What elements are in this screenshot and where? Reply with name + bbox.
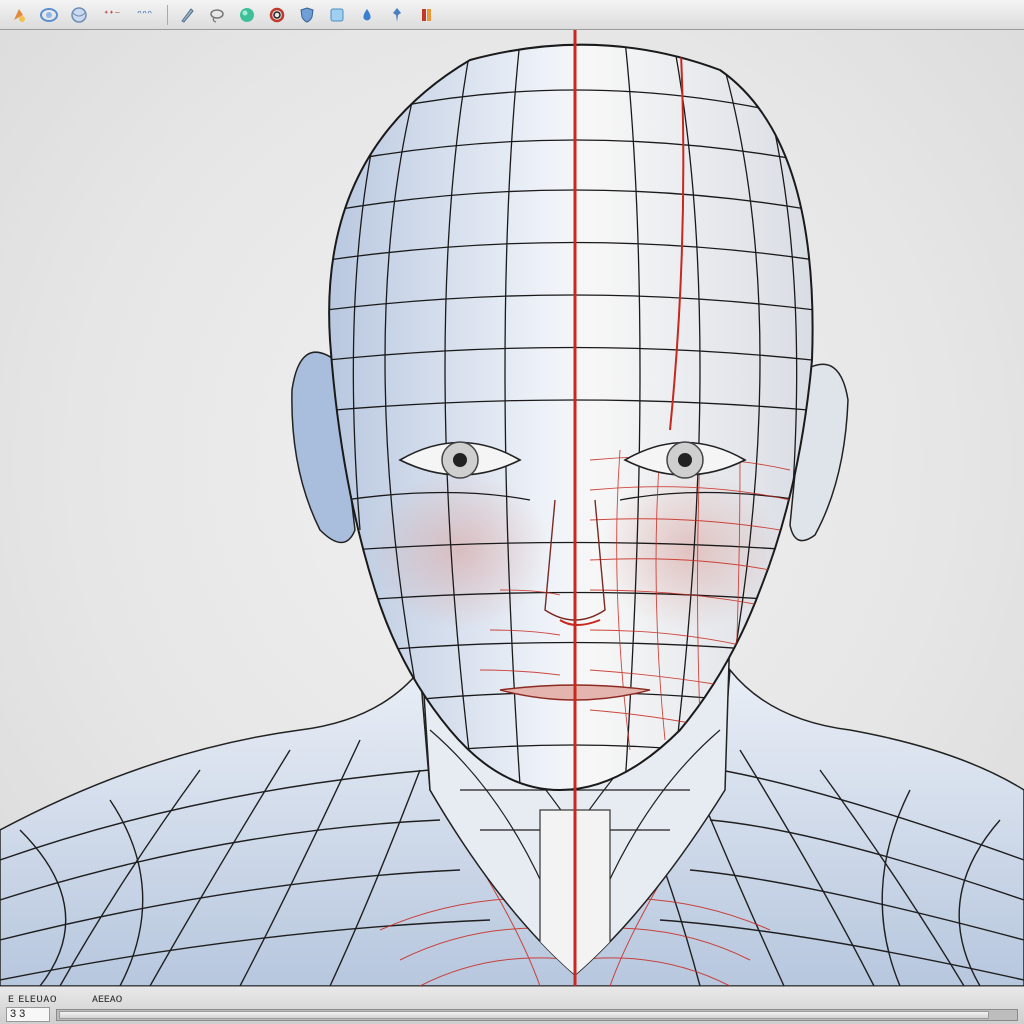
wireframe-head-render [0, 30, 1024, 986]
flag-button[interactable] [414, 3, 440, 27]
lasso-icon [210, 8, 224, 23]
paint-button[interactable] [6, 3, 32, 27]
pen-icon [181, 7, 194, 23]
orbit-button[interactable] [36, 3, 62, 27]
horizontal-scrollbar[interactable] [56, 1009, 1018, 1021]
shield-button[interactable] [294, 3, 320, 27]
sphere-icon [71, 6, 87, 23]
pen-button[interactable] [174, 3, 200, 27]
ring-button[interactable] [264, 3, 290, 27]
status-text-left: ᴇ ᴇʟᴇᴜᴀᴏ [8, 991, 57, 1005]
toolbar: ᐩᐩ⁻ ᵔᵔᵔ [0, 0, 1024, 30]
scrollbar-thumb[interactable] [59, 1011, 989, 1019]
flag-icon [421, 8, 431, 21]
toolbar-left-group: ᐩᐩ⁻ ᵔᵔᵔ [6, 0, 444, 29]
drop-icon [363, 8, 371, 20]
material-button[interactable] [234, 3, 260, 27]
toolbar-label-a: ᐩᐩ⁻ [104, 9, 122, 21]
cube-icon [330, 8, 344, 21]
lasso-button[interactable] [204, 3, 230, 27]
pin-icon [392, 7, 401, 22]
cube-button[interactable] [324, 3, 350, 27]
status-bar: ᴇ ᴇʟᴇᴜᴀᴏ ᴀᴇᴇᴀᴏ 3 3 [0, 986, 1024, 1024]
drop-button[interactable] [354, 3, 380, 27]
shield-icon [300, 6, 314, 23]
material-icon [239, 7, 254, 22]
status-text-right: ᴀᴇᴇᴀᴏ [92, 991, 123, 1005]
frame-field[interactable]: 3 3 [6, 1007, 50, 1022]
toolbar-separator [166, 4, 168, 25]
3d-viewport[interactable] [0, 30, 1024, 986]
paint-icon [14, 8, 25, 22]
pin-button[interactable] [384, 3, 410, 27]
sphere-button[interactable] [66, 3, 92, 27]
ring-icon [269, 7, 285, 22]
orbit-icon [40, 7, 58, 22]
toolbar-label-b: ᵔᵔᵔ [137, 8, 153, 21]
